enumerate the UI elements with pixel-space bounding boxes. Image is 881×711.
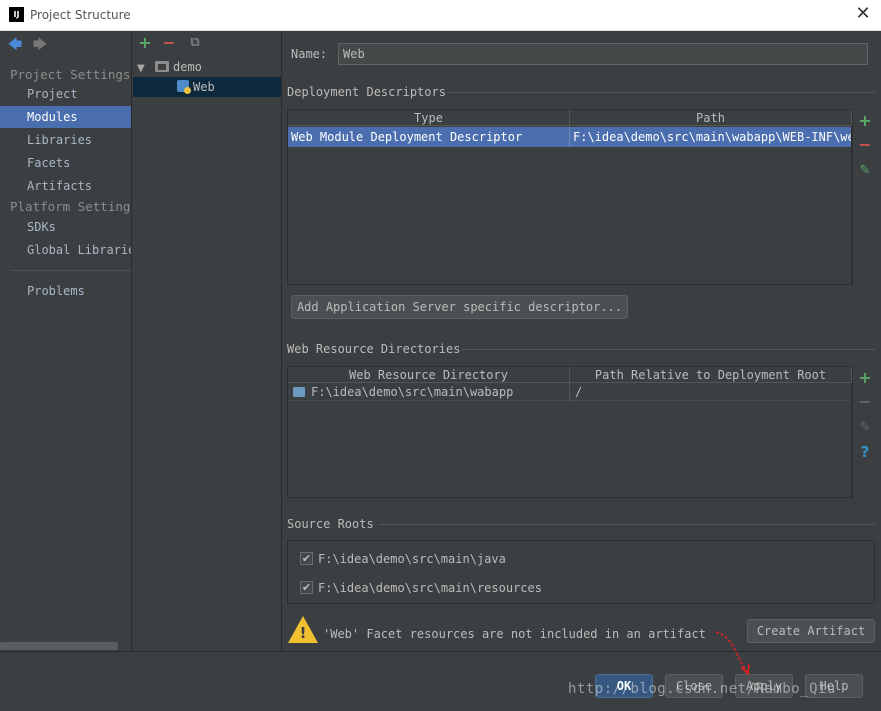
add-descriptor-icon[interactable]: +	[857, 113, 873, 129]
back-arrow-icon[interactable]: 🡄	[7, 37, 23, 53]
tree-node-web[interactable]: Web	[133, 77, 281, 97]
remove-module-icon[interactable]: −	[161, 35, 177, 51]
source-root-java-label[interactable]: F:\idea\demo\src\main\java	[318, 552, 506, 566]
warning-exclamation: !	[299, 624, 307, 642]
deployment-descriptors-title: Deployment Descriptors	[287, 85, 446, 99]
group-separator	[462, 349, 875, 350]
edit-pencil-icon[interactable]: ✎	[857, 163, 873, 179]
cell-type: Web Module Deployment Descriptor	[288, 127, 570, 147]
section-platform-settings: Platform Settings	[10, 199, 132, 214]
deployment-descriptors-table[interactable]: Type Path Web Module Deployment Descript…	[287, 109, 852, 285]
remove-descriptor-icon[interactable]: −	[857, 137, 873, 153]
column-header-relative-path[interactable]: Path Relative to Deployment Root	[570, 367, 852, 383]
section-project-settings: Project Settings	[10, 67, 131, 82]
table-row[interactable]: Web Module Deployment Descriptor F:\idea…	[288, 127, 851, 147]
group-separator	[378, 524, 875, 525]
column-header-path[interactable]: Path	[570, 110, 852, 126]
column-header-type[interactable]: Type	[288, 110, 570, 126]
cell-relative-path: /	[575, 385, 583, 399]
web-resource-directories-title: Web Resource Directories	[287, 342, 461, 356]
source-root-resources-label[interactable]: F:\idea\demo\src\main\resources	[318, 581, 542, 595]
add-resource-icon[interactable]: +	[857, 370, 873, 386]
watermark: http://blog.csdn.net/Rambo_Qiu	[568, 681, 836, 697]
nav-item-sdks[interactable]: SDKs	[0, 216, 131, 238]
web-resource-toolbar: + − ✎ ?	[852, 366, 878, 498]
intellij-app-icon: IJ	[9, 7, 24, 22]
remove-resource-icon[interactable]: −	[857, 394, 873, 410]
nav-horizontal-scrollbar[interactable]	[0, 642, 118, 650]
nav-divider	[10, 270, 131, 271]
close-window-icon[interactable]: ✕	[853, 4, 873, 24]
tree-node-label: Web	[193, 80, 215, 94]
nav-item-modules[interactable]: Modules	[0, 106, 131, 128]
warning-message: 'Web' Facet resources are not included i…	[323, 627, 706, 641]
nav-item-project[interactable]: Project	[0, 83, 131, 105]
add-server-descriptor-button[interactable]: Add Application Server specific descript…	[291, 295, 628, 319]
forward-arrow-icon[interactable]: 🡆	[32, 37, 48, 53]
deployment-toolbar: + − ✎	[852, 109, 878, 285]
module-folder-icon	[155, 61, 169, 72]
web-folder-icon	[293, 387, 305, 397]
nav-item-libraries[interactable]: Libraries	[0, 129, 131, 151]
tree-node-label: demo	[173, 60, 202, 74]
nav-item-artifacts[interactable]: Artifacts	[0, 175, 131, 197]
tree-node-demo[interactable]: ▼ demo	[133, 57, 281, 77]
title-bar: IJ Project Structure ✕	[0, 0, 881, 31]
settings-nav: 🡄 🡆 Project Settings Project Modules Lib…	[0, 31, 132, 651]
annotation-arrow-icon	[715, 631, 750, 676]
directory-path: F:\idea\demo\src\main\wabapp	[311, 385, 514, 399]
source-root-resources-checkbox[interactable]: ✔	[300, 581, 313, 594]
table-row[interactable]: F:\idea\demo\src\main\wabapp /	[288, 382, 851, 402]
source-root-java-checkbox[interactable]: ✔	[300, 552, 313, 565]
cell-directory: F:\idea\demo\src\main\wabapp	[288, 382, 570, 402]
create-artifact-button[interactable]: Create Artifact	[747, 619, 875, 643]
copy-module-icon[interactable]: ⧉	[187, 35, 203, 51]
source-roots-title: Source Roots	[287, 517, 374, 531]
group-separator	[447, 92, 875, 93]
help-question-icon[interactable]: ?	[857, 444, 873, 460]
column-header-web-resource-directory[interactable]: Web Resource Directory	[288, 367, 570, 383]
name-input[interactable]: Web	[338, 43, 868, 65]
nav-item-facets[interactable]: Facets	[0, 152, 131, 174]
nav-item-problems[interactable]: Problems	[0, 280, 131, 302]
add-module-icon[interactable]: +	[137, 35, 153, 51]
window-title: Project Structure	[30, 8, 131, 22]
web-resource-table[interactable]: Web Resource Directory Path Relative to …	[287, 366, 852, 498]
nav-item-global-libraries[interactable]: Global Libraries	[0, 239, 131, 261]
cell-path: F:\idea\demo\src\main\wabapp\WEB-INF\web…	[573, 130, 851, 144]
web-facet-icon	[177, 80, 191, 94]
module-tree-panel: + − ⧉ ▼ demo Web	[133, 31, 282, 651]
name-label: Name:	[291, 47, 328, 61]
edit-pencil-icon[interactable]: ✎	[857, 420, 873, 436]
collapse-triangle-icon[interactable]: ▼	[137, 59, 147, 79]
